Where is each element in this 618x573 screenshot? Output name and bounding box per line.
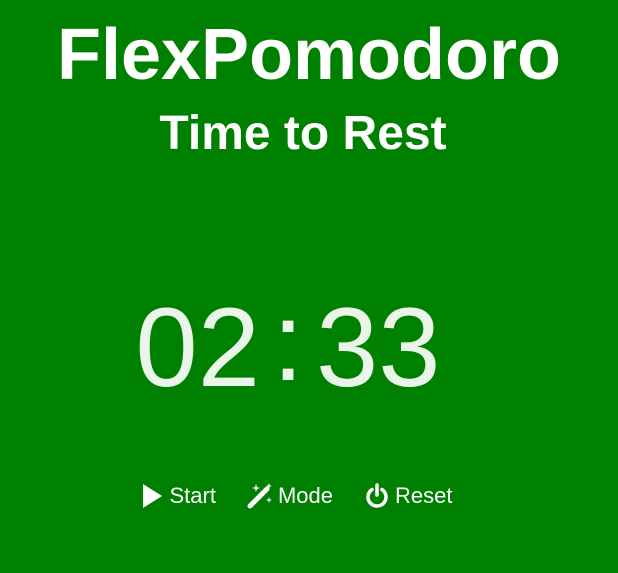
countdown-timer: 02 : 33	[0, 282, 576, 410]
mode-button[interactable]: Mode	[246, 481, 333, 511]
reset-button[interactable]: Reset	[363, 481, 453, 511]
timer-seconds: 33	[316, 285, 441, 410]
timer-minutes: 02	[135, 285, 260, 410]
app-container: FlexPomodoro Time to Rest 02 : 33 Start	[0, 0, 618, 573]
timer-controls: Start Mode Reset	[0, 478, 590, 514]
phase-subtitle: Time to Rest	[159, 107, 447, 160]
start-button-label: Start	[169, 483, 216, 508]
power-icon	[363, 482, 391, 510]
mode-button-label: Mode	[277, 483, 334, 508]
timer-separator: :	[272, 279, 304, 404]
play-icon	[138, 482, 166, 510]
start-button[interactable]: Start	[138, 481, 216, 511]
magic-wand-icon	[246, 482, 274, 510]
reset-button-label: Reset	[395, 483, 453, 508]
app-title: FlexPomodoro	[56, 15, 562, 95]
